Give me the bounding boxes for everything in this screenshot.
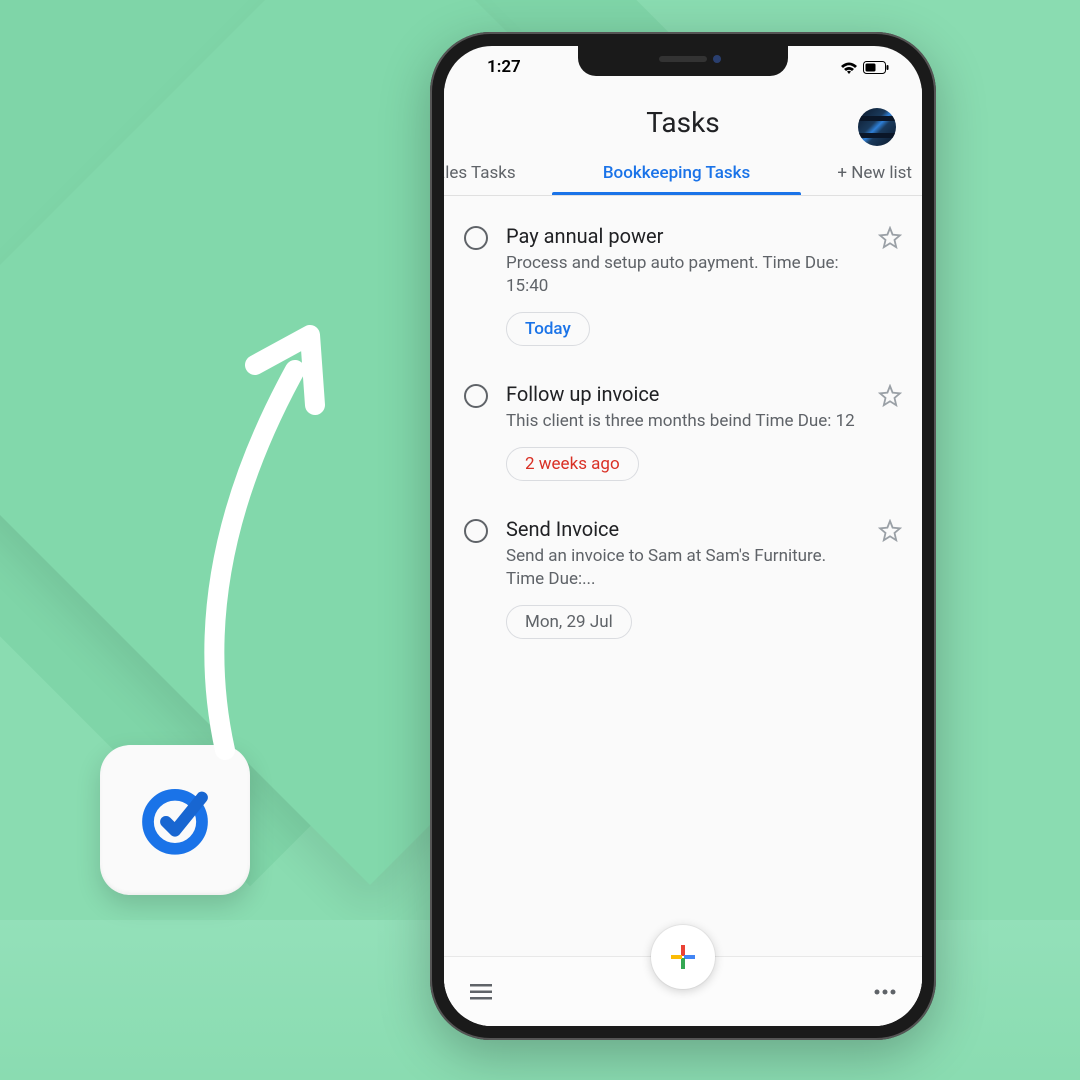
phone-frame: 1:27 Tasks ales Tasks Bookkeeping Tasks: [430, 32, 936, 1040]
task-title: Follow up invoice: [506, 382, 860, 406]
task-description: This client is three months beind Time D…: [506, 410, 860, 433]
menu-icon[interactable]: [470, 984, 492, 1000]
task-row[interactable]: Send Invoice Send an invoice to Sam at S…: [444, 499, 922, 657]
task-row[interactable]: Follow up invoice This client is three m…: [444, 364, 922, 499]
star-icon[interactable]: [878, 384, 902, 408]
task-date-chip[interactable]: Mon, 29 Jul: [506, 605, 632, 639]
task-checkbox[interactable]: [464, 384, 488, 408]
app-screen: Tasks ales Tasks Bookkeeping Tasks + New…: [444, 88, 922, 1026]
task-date-chip[interactable]: Today: [506, 312, 590, 346]
task-body: Follow up invoice This client is three m…: [506, 382, 860, 481]
wifi-icon: [840, 61, 858, 74]
avatar[interactable]: [858, 108, 896, 146]
add-task-button[interactable]: [651, 925, 715, 989]
tab-new-list[interactable]: + New list: [819, 153, 922, 195]
tab-sales-tasks[interactable]: ales Tasks: [444, 153, 534, 195]
task-title: Pay annual power: [506, 224, 860, 248]
page-title: Tasks: [646, 106, 720, 139]
status-time: 1:27: [472, 57, 521, 77]
task-title: Send Invoice: [506, 517, 860, 541]
task-list[interactable]: Pay annual power Process and setup auto …: [444, 196, 922, 956]
star-icon[interactable]: [878, 519, 902, 543]
battery-icon: [863, 61, 889, 74]
tab-bar: ales Tasks Bookkeeping Tasks + New list: [444, 153, 922, 196]
task-row[interactable]: Pay annual power Process and setup auto …: [444, 206, 922, 364]
task-body: Pay annual power Process and setup auto …: [506, 224, 860, 346]
bottom-bar: [444, 956, 922, 1026]
task-checkbox[interactable]: [464, 226, 488, 250]
status-indicators: [840, 61, 894, 74]
tab-bookkeeping-tasks[interactable]: Bookkeeping Tasks: [534, 153, 820, 195]
star-icon[interactable]: [878, 226, 902, 250]
tasks-checkmark-icon: [130, 775, 220, 865]
task-checkbox[interactable]: [464, 519, 488, 543]
phone-screen: 1:27 Tasks ales Tasks Bookkeeping Tasks: [444, 46, 922, 1026]
more-icon[interactable]: [874, 989, 896, 995]
task-description: Process and setup auto payment. Time Due…: [506, 252, 860, 298]
plus-icon: [670, 944, 696, 970]
tasks-app-icon: [100, 745, 250, 895]
task-body: Send Invoice Send an invoice to Sam at S…: [506, 517, 860, 639]
phone-notch: [578, 46, 788, 76]
app-header: Tasks: [444, 88, 922, 153]
task-description: Send an invoice to Sam at Sam's Furnitur…: [506, 545, 860, 591]
task-date-chip[interactable]: 2 weeks ago: [506, 447, 639, 481]
